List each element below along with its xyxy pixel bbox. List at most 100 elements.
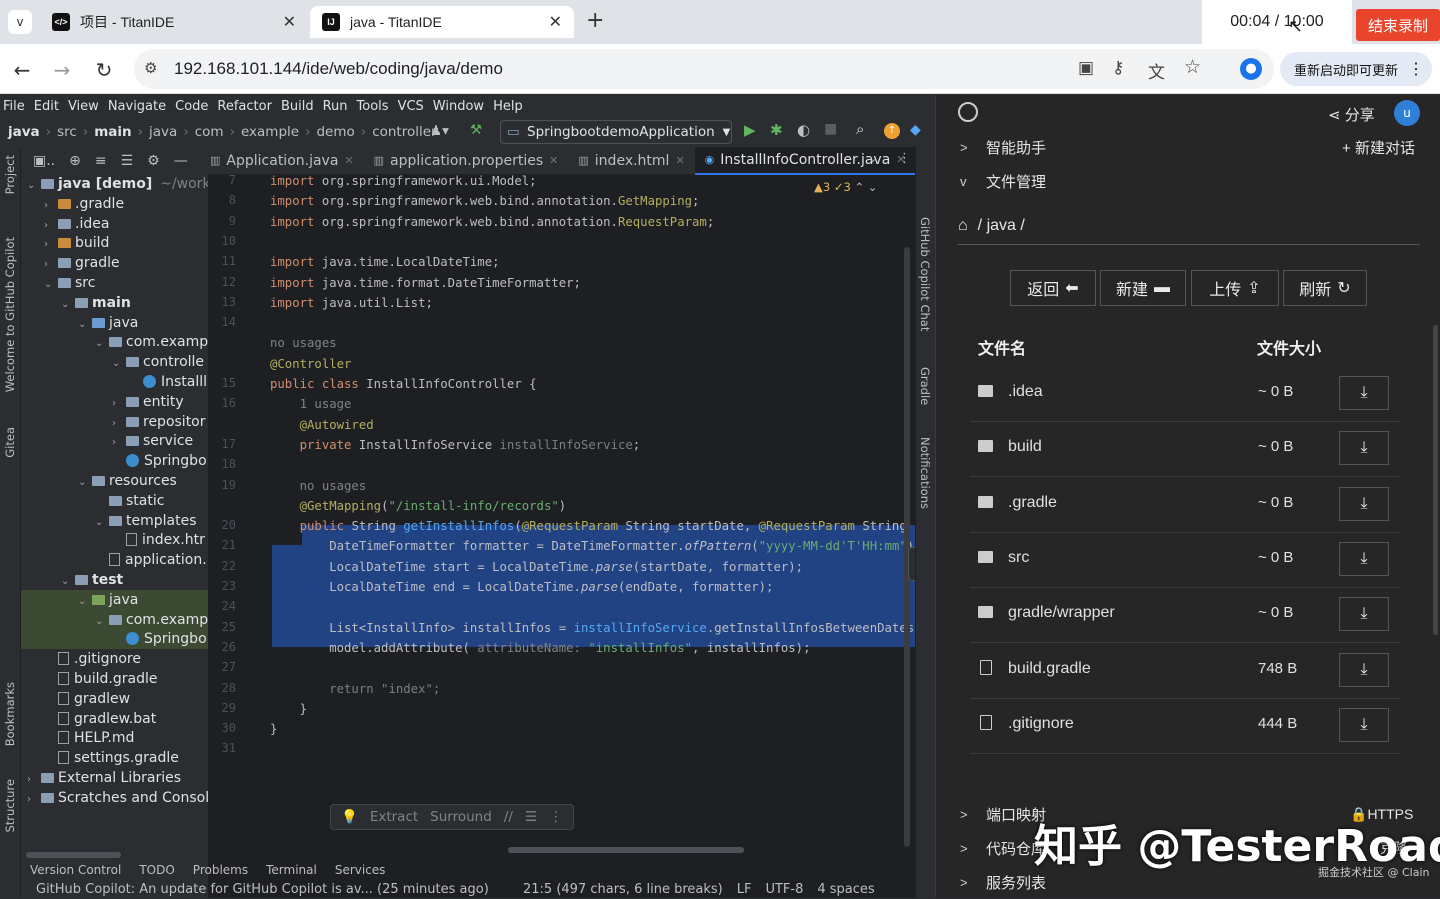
tree-node[interactable]: ⌄ main xyxy=(21,293,131,313)
share-button[interactable]: ⋖ 分享 xyxy=(1328,104,1375,125)
tool-project[interactable]: Project xyxy=(3,155,17,194)
code-area[interactable]: import org.springframework.ui.Model; impo… xyxy=(266,175,915,865)
tree-node[interactable]: › Scratches and Console xyxy=(21,788,208,808)
close-tab-icon[interactable]: ✕ xyxy=(549,154,558,167)
extract-button[interactable]: Extract xyxy=(370,809,418,825)
tree-node[interactable]: › entity xyxy=(21,392,184,412)
copilot-logo-icon[interactable]: ◆ xyxy=(910,122,921,138)
coverage-icon[interactable]: ◐ xyxy=(797,121,810,139)
breadcrumb-item[interactable]: controller xyxy=(372,124,436,140)
tree-node[interactable]: ⌄ resources xyxy=(21,471,177,491)
menu-item[interactable]: VCS xyxy=(398,99,424,114)
run-icon[interactable]: ▶ xyxy=(744,121,756,139)
reload-icon[interactable]: ↻ xyxy=(92,58,116,82)
key-icon[interactable]: ⚷ xyxy=(1112,58,1124,78)
download-button[interactable]: ⤓ xyxy=(1339,597,1389,632)
tree-scrollbar[interactable] xyxy=(26,852,121,858)
tree-node[interactable]: Installl xyxy=(21,372,207,392)
section-assistant[interactable]: > 智能助手 + 新建对话 xyxy=(936,130,1440,164)
tree-node[interactable]: gradlew.bat xyxy=(21,709,156,729)
tree-node[interactable]: › repositor xyxy=(21,412,206,432)
close-tab-icon[interactable]: ✕ xyxy=(549,12,562,32)
settings-gear-icon[interactable]: ⚙ xyxy=(147,153,160,169)
upload-button[interactable]: 上传 ⇪ xyxy=(1191,270,1279,306)
tree-node[interactable]: › gradle xyxy=(21,253,120,273)
browser-tab-java[interactable]: IJ java - TitanIDE ✕ xyxy=(310,6,574,38)
tree-node[interactable]: Springbo xyxy=(21,451,207,471)
back-button[interactable]: 返回 ⬅ xyxy=(1010,270,1096,306)
notifications-tool[interactable]: Notifications xyxy=(918,437,932,509)
breadcrumb-item[interactable]: demo xyxy=(316,124,354,140)
status-widget[interactable]: UTF-8 xyxy=(765,882,803,897)
forward-icon[interactable]: → xyxy=(50,58,74,82)
close-tab-icon[interactable]: ✕ xyxy=(675,154,684,167)
file-name[interactable]: .idea xyxy=(1008,383,1043,401)
translate-icon[interactable]: 文 xyxy=(1148,58,1165,83)
file-row[interactable]: .gradle ~ 0 B ⤓ xyxy=(970,478,1400,533)
tree-node[interactable]: settings.gradle xyxy=(21,748,179,768)
tree-node[interactable]: › .idea xyxy=(21,214,109,234)
file-row[interactable]: build.gradle 748 B ⤓ xyxy=(970,644,1400,699)
back-icon[interactable]: ← xyxy=(10,58,34,82)
new-tab-button[interactable]: + xyxy=(586,8,604,33)
menu-item[interactable]: View xyxy=(68,99,99,114)
download-button[interactable]: ⤓ xyxy=(1339,431,1389,466)
file-name[interactable]: build xyxy=(1008,438,1042,456)
file-row[interactable]: build ~ 0 B ⤓ xyxy=(970,422,1400,478)
more-actions-icon[interactable]: ⋮ xyxy=(549,809,563,825)
tree-node[interactable]: HELP.md xyxy=(21,728,134,748)
tree-node[interactable]: gradlew xyxy=(21,689,130,709)
tree-node[interactable]: index.htr xyxy=(21,530,205,550)
tree-node[interactable]: › .gradle xyxy=(21,194,124,214)
more-menu-icon[interactable]: ⋮ xyxy=(1408,59,1424,79)
tree-node[interactable]: ⌄ templates xyxy=(21,511,197,531)
file-name[interactable]: .gitignore xyxy=(1008,715,1074,733)
user-icon[interactable]: ♟▾ xyxy=(430,123,449,139)
file-row[interactable]: .gitignore 444 B ⤓ xyxy=(970,699,1400,754)
refresh-button[interactable]: 刷新 ↻ xyxy=(1283,270,1367,306)
surround-button[interactable]: Surround xyxy=(430,809,492,825)
tabs-dropdown-icon[interactable]: ⌄ xyxy=(868,152,877,165)
stop-icon[interactable]: ■ xyxy=(824,121,837,137)
tool-copilot-welcome[interactable]: Welcome to GitHub Copilot xyxy=(3,237,17,392)
restart-update-button[interactable]: 重新启动即可更新 ⋮ xyxy=(1280,52,1432,86)
status-widget[interactable]: 21:5 (497 chars, 6 line breaks) xyxy=(523,882,723,897)
tab-list-button[interactable]: v xyxy=(8,10,32,34)
horizontal-scrollbar[interactable] xyxy=(508,847,744,853)
tool-window-button[interactable]: Version Control xyxy=(30,863,121,877)
new-chat-button[interactable]: + 新建对话 xyxy=(1342,137,1415,158)
tool-window-button[interactable]: TODO xyxy=(139,863,174,877)
file-row[interactable]: .idea ~ 0 B ⤓ xyxy=(970,367,1400,422)
menu-item[interactable]: Tools xyxy=(357,99,389,114)
reformat-icon[interactable]: ☰ xyxy=(525,809,537,825)
menu-item[interactable]: Navigate xyxy=(108,99,166,114)
menu-item[interactable]: Refactor xyxy=(217,99,272,114)
tree-node[interactable]: static xyxy=(21,491,164,511)
browser-tab-projects[interactable]: </> 项目 - TitanIDE ✕ xyxy=(40,6,308,38)
section-file-manager[interactable]: v 文件管理 xyxy=(936,164,1440,198)
new-button[interactable]: 新建 ▬ xyxy=(1100,270,1186,306)
tree-node[interactable]: build.gradle xyxy=(21,669,158,689)
url-field[interactable]: ⚙ 192.168.101.144/ide/web/coding/java/de… xyxy=(134,49,1274,89)
run-configuration-select[interactable]: ▭ SpringbootdemoApplication ▼ xyxy=(500,120,732,144)
tree-node[interactable]: ⌄ com.examp xyxy=(21,332,208,352)
menu-item[interactable]: File xyxy=(3,99,25,114)
file-name[interactable]: gradle/wrapper xyxy=(1008,604,1115,622)
inspection-widget[interactable]: ▲3 ✓3 ⌃ ⌄ xyxy=(814,180,877,194)
tool-structure[interactable]: Structure xyxy=(3,779,17,833)
tool-bookmarks[interactable]: Bookmarks xyxy=(3,682,17,746)
build-hammer-icon[interactable]: ⚒ xyxy=(470,122,482,138)
file-name[interactable]: .gradle xyxy=(1008,494,1057,512)
site-info-icon[interactable]: ⚙ xyxy=(144,59,157,77)
download-button[interactable]: ⤓ xyxy=(1339,707,1389,742)
profile-icon[interactable]: ● xyxy=(1240,58,1262,80)
tree-node[interactable]: ⌄ test xyxy=(21,570,123,590)
breadcrumb-item[interactable]: main xyxy=(94,124,131,140)
breadcrumb-item[interactable]: java xyxy=(8,124,40,140)
file-row[interactable]: gradle/wrapper ~ 0 B ⤓ xyxy=(970,588,1400,644)
tree-node[interactable]: .gitignore xyxy=(21,649,141,669)
file-name[interactable]: src xyxy=(1008,549,1029,567)
download-button[interactable]: ⤓ xyxy=(1339,376,1389,410)
expand-all-icon[interactable]: ≡ xyxy=(95,153,107,169)
status-widget[interactable]: LF xyxy=(737,882,752,897)
